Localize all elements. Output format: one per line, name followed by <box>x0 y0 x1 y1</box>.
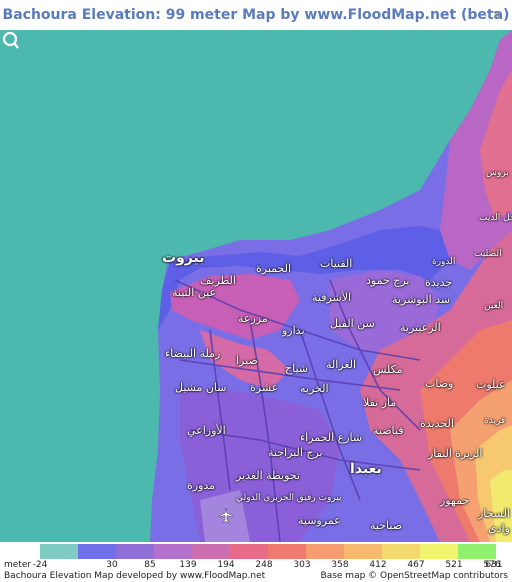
place-label: فريدة <box>484 416 506 426</box>
place-label: الحمبرة <box>256 262 292 275</box>
legend-tick: 358 <box>331 560 349 570</box>
place-label: بعبدا <box>350 461 382 477</box>
place-label: جديدة <box>425 276 453 289</box>
place-label: العين <box>484 301 504 311</box>
place-label: جمهور <box>440 494 470 507</box>
place-label: عيلوت <box>476 378 506 391</box>
legend-swatch <box>268 544 306 559</box>
credit-left: Bachoura Elevation Map developed by www.… <box>4 571 266 581</box>
legend-swatch <box>78 544 116 559</box>
airplane-icon <box>218 507 234 523</box>
legend-tick: 194 <box>217 560 235 570</box>
place-label: سان مشيل <box>175 381 227 394</box>
place-label: مزرعة <box>238 312 268 325</box>
place-label: تحويطة الغدير <box>236 469 300 482</box>
place-label: وصاب <box>425 377 454 390</box>
place-label: سن الفيل <box>330 317 375 330</box>
place-label: الدورة <box>432 257 456 267</box>
place-label: الغزالة <box>326 358 357 371</box>
place-label: بيروت <box>162 250 205 266</box>
legend-swatch <box>40 544 78 559</box>
place-label: فياضية <box>373 424 404 437</box>
legend-tick: 631 <box>485 560 503 570</box>
place-label: عين التينة <box>172 286 217 299</box>
legend-tick: -24 <box>32 560 48 570</box>
legend-swatch <box>382 544 420 559</box>
place-label: صبرا <box>236 354 258 367</box>
legend-swatch <box>306 544 344 559</box>
legend-color-bar <box>40 544 496 559</box>
place-label: الزعيترية <box>400 321 441 334</box>
legend-tick: 412 <box>369 560 387 570</box>
place-label: صباحية <box>370 519 403 532</box>
place-label: القنيات <box>320 257 353 270</box>
place-label: بيروت رفيق الحريري الدولي <box>236 493 342 503</box>
place-label: عشرة <box>250 381 279 394</box>
legend-tick: 303 <box>293 560 311 570</box>
elevation-legend: meter -24 30 85 139 194 248 303 358 412 467 521 576 6… <box>0 543 512 582</box>
location-pin-icon[interactable] <box>0 30 20 50</box>
close-icon[interactable]: ✕ <box>490 8 504 22</box>
place-label: بدارو <box>282 324 305 337</box>
legend-swatch <box>154 544 192 559</box>
place-label: الزيرة <box>455 447 483 460</box>
place-label: الأشرفية <box>312 291 352 304</box>
place-label: شياح <box>285 362 308 375</box>
place-label: بروس <box>486 168 509 178</box>
place-label: الصليب <box>474 249 502 259</box>
place-label: مار تقلا <box>363 396 397 409</box>
legend-swatch <box>458 544 496 559</box>
place-label: سد البوشرية <box>392 293 451 306</box>
place-label: برج حمود <box>366 274 410 287</box>
place-label: مكلس <box>373 363 403 376</box>
legend-swatch <box>192 544 230 559</box>
place-label: شارع الحمراء <box>300 431 363 444</box>
place-label: عمروسية <box>298 514 341 527</box>
place-label: الحديدة <box>420 417 454 430</box>
place-label: رملة البيضاء <box>165 347 221 360</box>
legend-tick: 467 <box>407 560 425 570</box>
place-label: الخريه <box>300 382 329 395</box>
legend-tick: 521 <box>445 560 463 570</box>
legend-tick: 248 <box>255 560 273 570</box>
place-label: برج البراجنة <box>268 446 323 459</box>
map-title: Bachoura Elevation: 99 meter Map by www.… <box>2 7 510 23</box>
legend-tick: 30 <box>106 560 118 570</box>
elevation-map[interactable]: بيروت عين التينة الطريف الحمبرة القنيات … <box>0 30 512 542</box>
place-label: مدورة <box>187 479 216 492</box>
legend-unit: meter <box>4 560 32 570</box>
place-label: وادي <box>488 522 510 535</box>
place-label: الأوزاعي <box>187 424 226 437</box>
legend-swatch <box>116 544 154 559</box>
credit-right: Base map © OpenStreetMap contributors <box>320 571 508 581</box>
legend-tick: 85 <box>144 560 156 570</box>
legend-tick: 139 <box>179 560 197 570</box>
place-label: النقار <box>428 447 452 460</box>
place-label: جل الديب <box>479 213 512 223</box>
legend-swatch <box>420 544 458 559</box>
place-label: السحار <box>478 507 510 520</box>
place-label: الطريف <box>200 274 236 287</box>
legend-swatch <box>230 544 268 559</box>
legend-swatch <box>344 544 382 559</box>
